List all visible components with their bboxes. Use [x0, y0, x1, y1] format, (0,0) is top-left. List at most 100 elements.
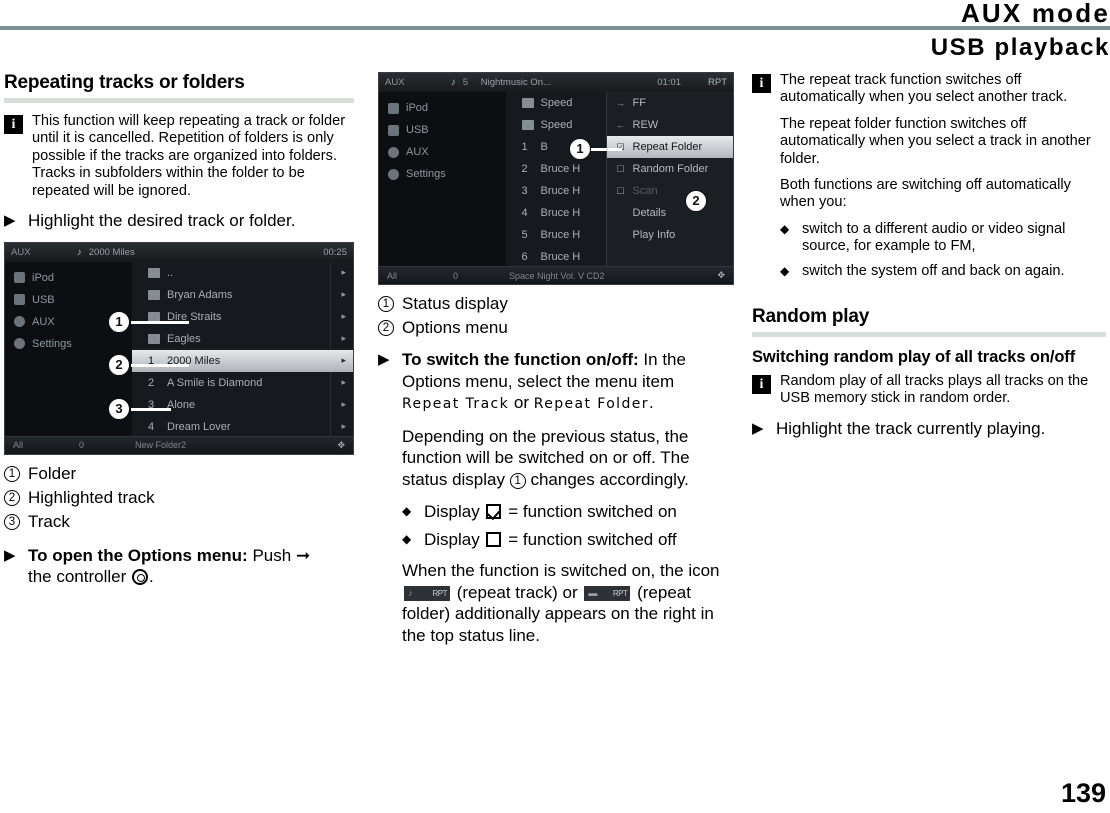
option-rew[interactable]: ← REW	[607, 114, 734, 136]
callout-bubble-2: 2	[685, 190, 707, 212]
list-item[interactable]: 2 A Smile is Diamond ▸	[132, 372, 353, 394]
status-track-index: 5	[462, 77, 469, 88]
list-item[interactable]: Speed	[506, 92, 606, 114]
status-repeat-badge: RPT	[708, 77, 727, 88]
list-item[interactable]: 4 Dream Lover ▸	[132, 416, 353, 438]
list-item[interactable]: 4 Bruce H	[506, 202, 606, 224]
option-details[interactable]: Details	[607, 202, 734, 224]
action-open-options-menu: ▶ To open the Options menu: Push ➞ the c…	[4, 545, 354, 588]
legend-label: Track	[28, 511, 70, 531]
menu-period: .	[648, 393, 654, 412]
action-rest: Push	[247, 545, 292, 565]
legend-row: 1 Status display	[378, 293, 734, 315]
section-rule	[4, 98, 354, 103]
action-bold-lead: To switch the function on/off:	[402, 350, 639, 369]
page-title: AUX mode	[960, 0, 1110, 28]
diamond-bullet-icon: ◆	[402, 504, 412, 518]
bottom-count: 0	[453, 270, 459, 281]
triangle-right-icon: ▶	[752, 419, 764, 437]
info-note-text: The repeat track function switches off a…	[780, 72, 1068, 106]
list-item[interactable]: Eagles ▸	[132, 328, 353, 350]
track-number: 6	[521, 251, 528, 263]
nav-item-aux[interactable]: AUX	[379, 141, 506, 163]
bullet-switched-off: ◆ Display = function switched off	[402, 529, 734, 550]
nav-item-settings[interactable]: Settings	[379, 163, 506, 185]
nav-label: iPod	[32, 271, 55, 284]
list-item-label: Bruce H	[540, 163, 581, 175]
list-item[interactable]: Bryan Adams ▸	[132, 284, 353, 306]
list-item-label: Eagles	[167, 332, 201, 345]
action-text: To switch the function on/off: In the Op…	[402, 349, 734, 416]
option-ff[interactable]: → FF	[607, 92, 734, 114]
chevron-right-icon: ▸	[341, 267, 346, 278]
list-item-folder-dire-straits[interactable]: Dire Straits ▸	[132, 306, 353, 328]
device-browse-list[interactable]: Speed Speed 1B 2 Bruce H 3 Bruce H 4 Bruce …	[505, 92, 606, 268]
list-item-selected-track[interactable]: 1 2000 Miles ▸	[132, 349, 353, 372]
chevron-right-icon: ▸	[341, 311, 346, 322]
bullet-pre: Display	[424, 502, 485, 521]
callout-leader-2	[131, 363, 189, 367]
folder-icon	[521, 120, 534, 130]
nav-label: Settings	[32, 337, 72, 350]
callout-bubble-1: 1	[108, 310, 130, 333]
callout-number: 1	[4, 465, 20, 482]
legend-label: Highlighted track	[28, 487, 155, 507]
controller-icon: ✥	[337, 439, 345, 450]
legend-label: Status display	[402, 294, 508, 313]
option-label: Scan	[632, 185, 658, 197]
list-item-label: Bruce H	[540, 185, 581, 197]
list-item[interactable]: Speed	[506, 114, 606, 136]
subsection-heading-switching-random: Switching random play of all tracks on/o…	[752, 348, 1076, 367]
info-note-random-play: i Random play of all tracks plays all tr…	[752, 373, 1106, 408]
list-item[interactable]: 5 Bruce H	[506, 224, 606, 246]
device-screenshot-browser: AUX ♪ 2000 Miles 00:25 iPod USB AUX Sett…	[4, 241, 354, 455]
list-item-track-alone[interactable]: 3 Alone ▸	[132, 394, 353, 416]
option-scan[interactable]: ☐ Scan	[607, 180, 734, 202]
chevron-right-icon: ▸	[341, 333, 346, 344]
nav-item-settings[interactable]: Settings	[5, 333, 132, 355]
list-item-label: Bryan Adams	[167, 288, 233, 301]
list-item-label: Speed	[540, 119, 573, 131]
arrow-right-icon: ➞	[295, 545, 311, 565]
status-elapsed-time: 00:25	[323, 246, 347, 258]
bottom-mode: All	[387, 270, 398, 281]
legend-label: Options menu	[402, 318, 508, 337]
action-text: To open the Options menu: Push ➞ the con…	[28, 545, 311, 587]
action-bold-lead: To open the Options menu:	[28, 545, 248, 565]
bullet-change-source: ◆ switch to a different audio or video s…	[780, 221, 1106, 256]
list-item[interactable]: 6 Bruce H	[506, 246, 606, 268]
action-switch-function: ▶ To switch the function on/off: In the …	[378, 349, 734, 416]
nav-item-usb[interactable]: USB	[379, 119, 506, 141]
nav-item-ipod[interactable]: iPod	[5, 267, 132, 289]
aux-icon	[14, 316, 25, 328]
list-item[interactable]: .. ▸	[132, 262, 353, 284]
checkbox-empty-icon: ☐	[616, 163, 625, 174]
option-random-folder[interactable]: ☐ Random Folder	[607, 158, 734, 180]
action-text: Highlight the desired track or folder.	[28, 211, 296, 231]
list-item[interactable]: 3 Bruce H	[506, 180, 606, 202]
paragraph-status-changes: Depending on the previous status, the fu…	[402, 426, 734, 491]
chevron-right-icon: ▸	[341, 421, 346, 432]
options-menu[interactable]: → FF ← REW ☑ Repeat Folder ☐ Random Folder ☐…	[605, 92, 734, 266]
option-repeat-folder[interactable]: ☑ Repeat Folder	[606, 136, 733, 158]
device-nav-list[interactable]: iPod USB AUX Settings	[379, 92, 506, 266]
track-number: 1	[521, 141, 528, 153]
status-bar: AUX ♪ 2000 Miles 00:25	[5, 242, 353, 262]
menu-item-repeat-track: Repeat Track	[402, 396, 510, 412]
list-item[interactable]: 2 Bruce H	[506, 158, 606, 180]
nav-item-ipod[interactable]: iPod	[379, 97, 506, 119]
info-note-bullets: ◆ switch to a different audio or video s…	[780, 221, 1106, 280]
folder-icon	[148, 333, 160, 344]
folder-icon	[521, 98, 534, 108]
nav-item-usb[interactable]: USB	[5, 289, 132, 311]
diamond-bullet-icon: ◆	[780, 221, 790, 236]
folder-icon	[148, 289, 160, 300]
callout-bubble-3: 3	[108, 397, 130, 420]
checkbox-checked-icon	[486, 504, 502, 519]
legend-row: 1 Folder	[4, 463, 354, 485]
bullet-text: Display = function switched on	[424, 501, 734, 522]
diamond-bullet-icon: ◆	[780, 263, 790, 278]
action-tail: the controller	[28, 567, 127, 587]
legend-list-col1: 1 Folder 2 Highlighted track 3 Track	[4, 463, 354, 533]
option-play-info[interactable]: Play Info	[607, 224, 734, 246]
